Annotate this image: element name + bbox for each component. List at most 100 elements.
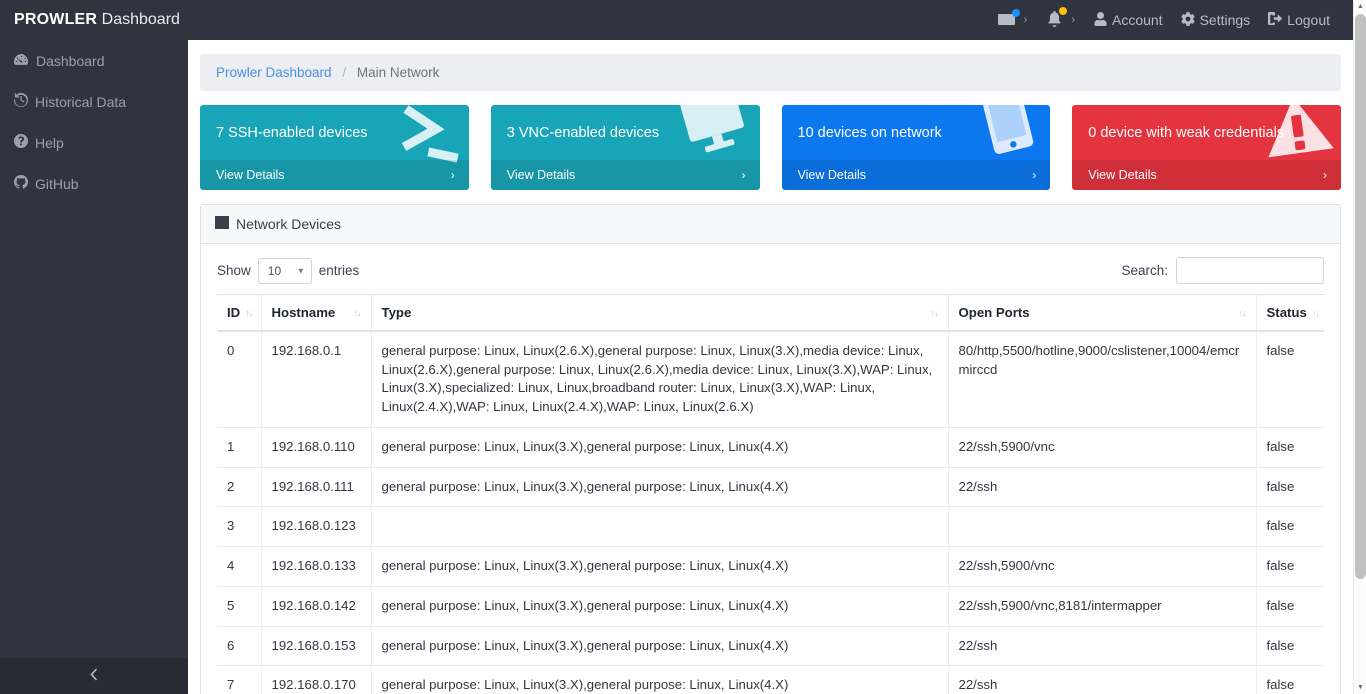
notifications-menu[interactable]: ›: [1037, 0, 1085, 40]
logout-link[interactable]: Logout: [1259, 0, 1339, 40]
cell-type: general purpose: Linux, Linux(2.6.X),gen…: [370, 330, 948, 428]
card-view-details[interactable]: View Details ›: [490, 160, 760, 190]
messages-menu[interactable]: ›: [988, 0, 1038, 40]
cell-type: general purpose: Linux, Linux(3.X),gener…: [370, 585, 948, 627]
brand-suffix: Dashboard: [101, 11, 180, 28]
breadcrumb-separator: /: [342, 65, 347, 80]
sidebar-collapse-button[interactable]: [0, 658, 188, 694]
cell-status: false: [1255, 665, 1324, 694]
cell-type: general purpose: Linux, Linux(3.X),gener…: [370, 625, 948, 666]
user-icon: [1094, 11, 1107, 29]
cell-id: 5: [217, 585, 261, 627]
scrollbar-thumb[interactable]: [1355, 14, 1366, 579]
show-label: Show: [217, 263, 251, 278]
chevron-right-icon: ›: [1323, 168, 1327, 182]
cell-type: [370, 506, 948, 547]
card-devices-on-network[interactable]: 10 devices on network View Details ›: [781, 105, 1051, 190]
column-label: Type: [381, 305, 412, 320]
sidebar-item-help[interactable]: Help: [0, 122, 188, 163]
table-row[interactable]: 5 192.168.0.142 general purpose: Linux, …: [217, 585, 1324, 627]
table-row[interactable]: 7 192.168.0.170 general purpose: Linux, …: [217, 665, 1324, 694]
cell-status: false: [1255, 625, 1324, 666]
cell-ports: [947, 506, 1256, 547]
page-scrollbar[interactable]: ▲ ▼: [1353, 0, 1366, 694]
card-vnc-enabled-devices[interactable]: 3 VNC-enabled devices View Details ›: [490, 105, 760, 190]
cell-id: 3: [217, 506, 261, 547]
column-header-type[interactable]: Type ↑↓: [370, 294, 948, 332]
logout-label: Logout: [1287, 12, 1330, 28]
scrollbar-up-arrow[interactable]: ▲: [1354, 0, 1366, 13]
column-header-status[interactable]: Status ↑↓: [1255, 294, 1324, 332]
cell-ports: 22/ssh,5900/vnc: [947, 546, 1256, 587]
table-header: ID ↑↓ Hostname ↑↓ Type ↑↓ Open Ports ↑↓ …: [217, 294, 1324, 332]
messages-caret: ›: [1023, 14, 1028, 26]
table-controls: Show 10 25 50 100 ▼ entries: [217, 257, 1324, 284]
sort-icon: ↑↓: [1238, 307, 1247, 318]
account-label: Account: [1111, 12, 1163, 28]
sidebar-item-label: Historical Data: [35, 93, 127, 110]
table-row[interactable]: 6 192.168.0.153 general purpose: Linux, …: [217, 625, 1324, 666]
page-length-select[interactable]: 10 25 50 100: [257, 257, 312, 284]
sidebar-item-label: Dashboard: [36, 52, 105, 69]
column-header-id[interactable]: ID ↑↓: [217, 294, 261, 332]
column-label: Open Ports: [958, 305, 1030, 320]
cell-hostname: 192.168.0.110: [260, 426, 371, 468]
card-ssh-enabled-devices[interactable]: 7 SSH-enabled devices View Details ›: [200, 105, 469, 190]
breadcrumb: Prowler Dashboard / Main Network: [200, 54, 1341, 91]
card-title: 10 devices on network: [797, 124, 942, 141]
cell-ports: 22/ssh,5900/vnc: [947, 426, 1256, 468]
sidebar-item-github[interactable]: GitHub: [0, 163, 188, 204]
table-row[interactable]: 2 192.168.0.111 general purpose: Linux, …: [217, 466, 1324, 507]
cell-hostname: 192.168.0.153: [260, 625, 371, 666]
column-label: Status: [1266, 305, 1307, 320]
scrollbar-down-arrow[interactable]: ▼: [1354, 681, 1366, 694]
sidebar-item-label: GitHub: [35, 175, 79, 192]
tachometer-icon: [14, 53, 29, 69]
brand-logo[interactable]: PROWLER Dashboard: [0, 11, 188, 29]
sidebar-item-dashboard[interactable]: Dashboard: [0, 40, 188, 81]
brand-name: PROWLER: [14, 11, 98, 28]
column-header-hostname[interactable]: Hostname ↑↓: [260, 294, 371, 332]
column-header-open-ports[interactable]: Open Ports ↑↓: [947, 294, 1256, 332]
top-navbar: PROWLER Dashboard › › Account Settings L…: [0, 0, 1353, 40]
settings-label: Settings: [1199, 12, 1251, 28]
search-input[interactable]: [1176, 257, 1324, 284]
table-row[interactable]: 0 192.168.0.1 general purpose: Linux, Li…: [217, 330, 1324, 428]
settings-link[interactable]: Settings: [1172, 0, 1260, 40]
cell-type: general purpose: Linux, Linux(3.X),gener…: [370, 546, 948, 587]
card-weak-credentials[interactable]: 0 device with weak credentials View Deta…: [1072, 105, 1341, 190]
cell-id: 2: [217, 466, 261, 507]
table-icon: [215, 216, 229, 232]
cell-type: general purpose: Linux, Linux(3.X),gener…: [370, 466, 948, 507]
card-view-details[interactable]: View Details ›: [781, 160, 1051, 190]
cell-status: false: [1255, 506, 1324, 547]
card-view-details[interactable]: View Details ›: [200, 160, 469, 190]
app-root: PROWLER Dashboard › › Account Settings L…: [0, 0, 1366, 694]
card-view-details[interactable]: View Details ›: [1072, 160, 1341, 190]
table-row[interactable]: 4 192.168.0.133 general purpose: Linux, …: [217, 546, 1324, 587]
cell-hostname: 192.168.0.142: [260, 585, 371, 627]
breadcrumb-current: Main Network: [356, 65, 440, 80]
account-link[interactable]: Account: [1085, 0, 1172, 40]
cell-status: false: [1255, 585, 1324, 627]
github-icon: [13, 175, 29, 192]
cell-ports: 22/ssh: [947, 625, 1256, 666]
page-length-select-wrap: 10 25 50 100 ▼: [257, 257, 312, 284]
search-label: Search:: [1121, 263, 1168, 278]
navbar-right-group: › › Account Settings Logout: [988, 0, 1353, 40]
entries-label: entries: [318, 263, 360, 278]
cell-id: 4: [217, 546, 261, 587]
notifications-badge: [1059, 7, 1068, 15]
table-row[interactable]: 1 192.168.0.110 general purpose: Linux, …: [217, 426, 1324, 468]
table-body: 0 192.168.0.1 general purpose: Linux, Li…: [217, 330, 1324, 694]
table-row[interactable]: 3 192.168.0.123 false: [217, 506, 1324, 547]
sort-icon: ↑↓: [930, 307, 939, 318]
chevron-right-icon: ›: [741, 168, 746, 182]
breadcrumb-root-link[interactable]: Prowler Dashboard: [216, 65, 332, 80]
card-link-label: View Details: [797, 168, 867, 182]
main-content: Prowler Dashboard / Main Network 7 SSH-e…: [188, 40, 1353, 694]
bell-icon: [1047, 7, 1068, 29]
cell-ports: 22/ssh: [947, 466, 1256, 507]
sidebar-item-historical-data[interactable]: Historical Data: [0, 81, 188, 122]
cell-status: false: [1255, 546, 1324, 587]
